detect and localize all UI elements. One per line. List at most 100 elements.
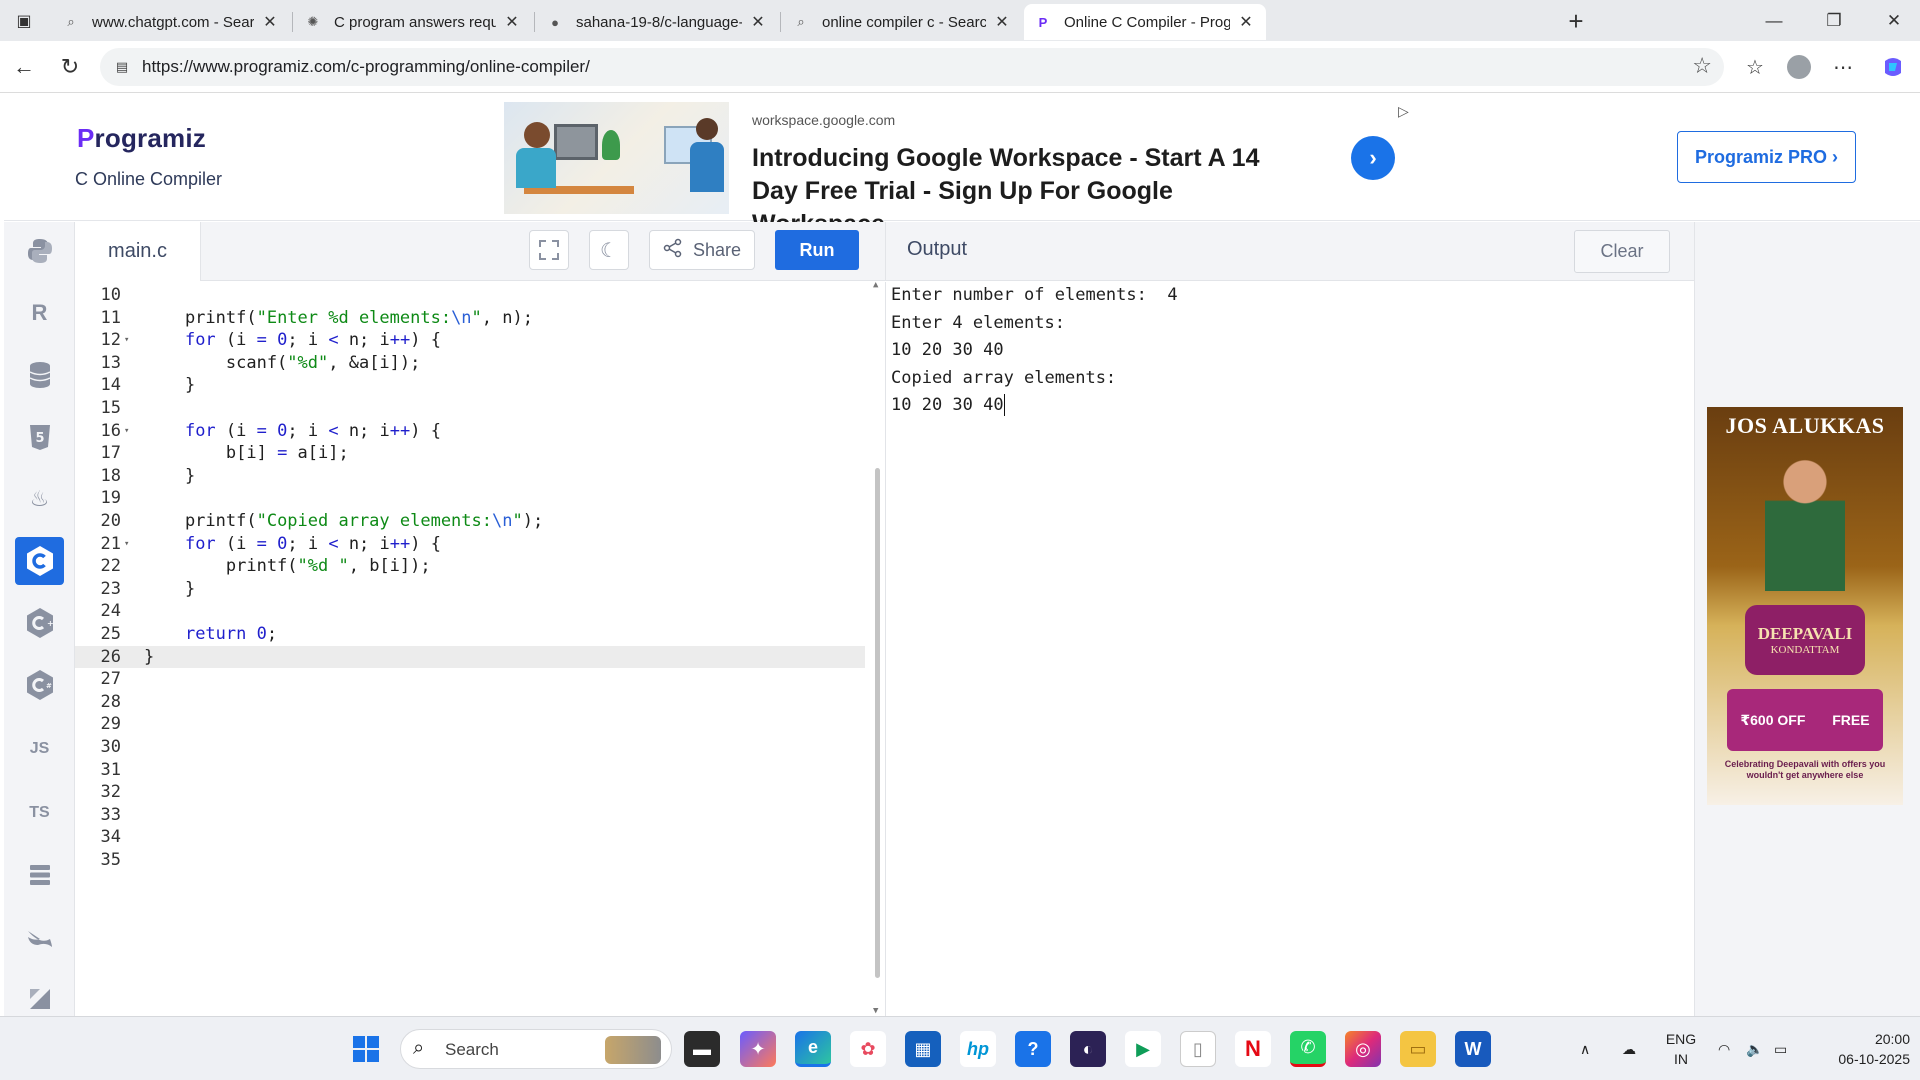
favorites-icon[interactable]: ☆ (1738, 51, 1772, 83)
volume-icon[interactable]: 🔈 (1746, 1017, 1763, 1080)
output-console[interactable]: Enter number of elements: 4 Enter 4 elem… (885, 282, 1694, 1016)
edge-browser-icon[interactable]: e (795, 1031, 831, 1067)
system-clock[interactable]: 20:00 06-10-2025 (1810, 1029, 1910, 1069)
wifi-icon[interactable]: ◠ (1718, 1017, 1730, 1080)
minimize-icon[interactable]: — (1754, 6, 1794, 36)
tab-c-program-answers[interactable]: ✺ C program answers request ✕ (294, 4, 532, 40)
code-line[interactable]: 30 (75, 736, 865, 759)
whatsapp-icon[interactable]: ✆ (1290, 1031, 1326, 1067)
go-icon[interactable] (15, 851, 64, 899)
code-line[interactable]: 10 (75, 284, 865, 307)
close-window-icon[interactable]: ✕ (1874, 6, 1914, 36)
code-line[interactable]: 11 printf("Enter %d elements:\n", n); (75, 307, 865, 330)
typescript-icon[interactable]: TS (15, 789, 64, 837)
code-line[interactable]: 20 printf("Copied array elements:\n"); (75, 510, 865, 533)
tips-icon[interactable]: ? (1015, 1031, 1051, 1067)
code-line[interactable]: 27 (75, 668, 865, 691)
word-icon[interactable]: W (1455, 1031, 1491, 1067)
copilot-icon[interactable] (1876, 51, 1910, 83)
battery-icon[interactable]: ▭ (1774, 1017, 1787, 1080)
fullscreen-icon[interactable] (529, 230, 569, 270)
code-line[interactable]: 32 (75, 781, 865, 804)
sql-database-icon[interactable] (15, 351, 64, 399)
code-line[interactable]: 29 (75, 713, 865, 736)
back-icon[interactable]: ← (8, 51, 40, 83)
new-tab-button[interactable]: + (1560, 6, 1592, 36)
tab-actions-icon[interactable]: ▣ (10, 8, 38, 34)
scrollbar-thumb[interactable] (875, 468, 880, 978)
code-line[interactable]: 21 ▾ for (i = 0; i < n; i++) { (75, 533, 865, 556)
code-line[interactable]: 12 ▾ for (i = 0; i < n; i++) { (75, 329, 865, 352)
fold-chevron-icon[interactable]: ▾ (124, 533, 129, 556)
photos-icon[interactable]: ✿ (850, 1031, 886, 1067)
r-language-icon[interactable]: R (15, 289, 64, 337)
code-line[interactable]: 17 b[i] = a[i]; (75, 442, 865, 465)
programiz-logo[interactable]: Programiz (77, 123, 206, 154)
tab-github-repo[interactable]: ● sahana-19-8/c-language-program ✕ (536, 4, 778, 40)
html5-icon[interactable]: 5 (15, 413, 64, 461)
code-line[interactable]: 23 } (75, 578, 865, 601)
refresh-icon[interactable]: ↻ (54, 51, 86, 83)
file-explorer-icon[interactable]: ▭ (1400, 1031, 1436, 1067)
url-text[interactable]: https://www.programiz.com/c-programming/… (142, 57, 590, 77)
ad-choices-icon[interactable]: ▷ (1398, 103, 1409, 120)
windows-start-icon[interactable] (348, 1031, 384, 1067)
close-icon[interactable]: ✕ (1236, 12, 1256, 32)
code-line[interactable]: 15 (75, 397, 865, 420)
file-icon[interactable]: ▯ (1180, 1031, 1216, 1067)
store-icon[interactable]: ▦ (905, 1031, 941, 1067)
taskbar-search-box[interactable]: ⌕ Search (400, 1029, 672, 1069)
hp-icon[interactable]: hp (960, 1031, 996, 1067)
code-line[interactable]: 34 (75, 826, 865, 849)
tab-online-compiler-search[interactable]: ⌕ online compiler c - Search ✕ (782, 4, 1022, 40)
file-tab-main-c[interactable]: main.c (75, 222, 201, 281)
swift-icon[interactable] (15, 913, 64, 961)
address-bar[interactable]: ▤ https://www.programiz.com/c-programmin… (100, 48, 1724, 86)
code-line[interactable]: 26} (75, 645, 865, 669)
code-line[interactable]: 31 (75, 759, 865, 782)
meet-icon[interactable]: ▶ (1125, 1031, 1161, 1067)
instagram-icon[interactable]: ◎ (1345, 1031, 1381, 1067)
language-indicator[interactable]: ENG IN (1665, 1029, 1697, 1069)
eclipse-icon[interactable]: ◐ (1070, 1031, 1106, 1067)
close-icon[interactable]: ✕ (992, 12, 1012, 32)
copilot-app-icon[interactable]: ✦ (740, 1031, 776, 1067)
scroll-up-icon[interactable]: ▲ (873, 280, 878, 290)
netflix-icon[interactable]: N (1235, 1031, 1271, 1067)
tab-chatgpt-search[interactable]: ⌕ www.chatgpt.com - Search ✕ (52, 4, 290, 40)
close-icon[interactable]: ✕ (502, 12, 522, 32)
ad-chevron-right-icon[interactable]: › (1351, 136, 1395, 180)
code-line[interactable]: 16 ▾ for (i = 0; i < n; i++) { (75, 420, 865, 443)
ad-domain[interactable]: workspace.google.com (752, 112, 895, 128)
fold-chevron-icon[interactable]: ▾ (124, 329, 129, 352)
code-line[interactable]: 19 (75, 487, 865, 510)
show-hidden-icons[interactable]: ∧ (1580, 1017, 1590, 1080)
clear-button[interactable]: Clear (1574, 230, 1670, 273)
code-line[interactable]: 18 } (75, 465, 865, 488)
code-editor[interactable]: 10 11 printf("Enter %d elements:\n", n); 1… (75, 280, 885, 1016)
scroll-down-icon[interactable]: ▼ (873, 1006, 878, 1016)
onedrive-icon[interactable]: ☁ (1622, 1017, 1636, 1080)
programiz-pro-button[interactable]: Programiz PRO › (1677, 131, 1856, 183)
close-icon[interactable]: ✕ (748, 12, 768, 32)
run-button[interactable]: Run (775, 230, 859, 270)
fold-chevron-icon[interactable]: ▾ (124, 420, 129, 443)
java-icon[interactable]: ♨ (15, 475, 64, 523)
tab-programiz-active[interactable]: P Online C Compiler - Programiz ✕ (1024, 4, 1266, 40)
javascript-icon[interactable]: JS (15, 725, 64, 773)
task-view-icon[interactable]: ▬ (684, 1031, 720, 1067)
more-options-icon[interactable]: ⋯ (1826, 51, 1860, 83)
share-button[interactable]: Share (649, 230, 755, 270)
code-line[interactable]: 22 printf("%d ", b[i]); (75, 555, 865, 578)
restore-icon[interactable]: ❐ (1814, 6, 1854, 36)
editor-scrollbar[interactable]: ▲ ▼ (872, 280, 882, 1016)
csharp-icon[interactable]: # (15, 661, 64, 709)
code-line[interactable]: 24 (75, 600, 865, 623)
profile-avatar[interactable] (1782, 51, 1816, 83)
code-line[interactable]: 33 (75, 804, 865, 827)
site-info-icon[interactable]: ▤ (112, 57, 132, 77)
python-icon[interactable] (15, 227, 64, 275)
c-language-icon[interactable] (15, 537, 64, 585)
favorite-star-icon[interactable]: ☆ (1692, 53, 1712, 79)
close-icon[interactable]: ✕ (260, 12, 280, 32)
